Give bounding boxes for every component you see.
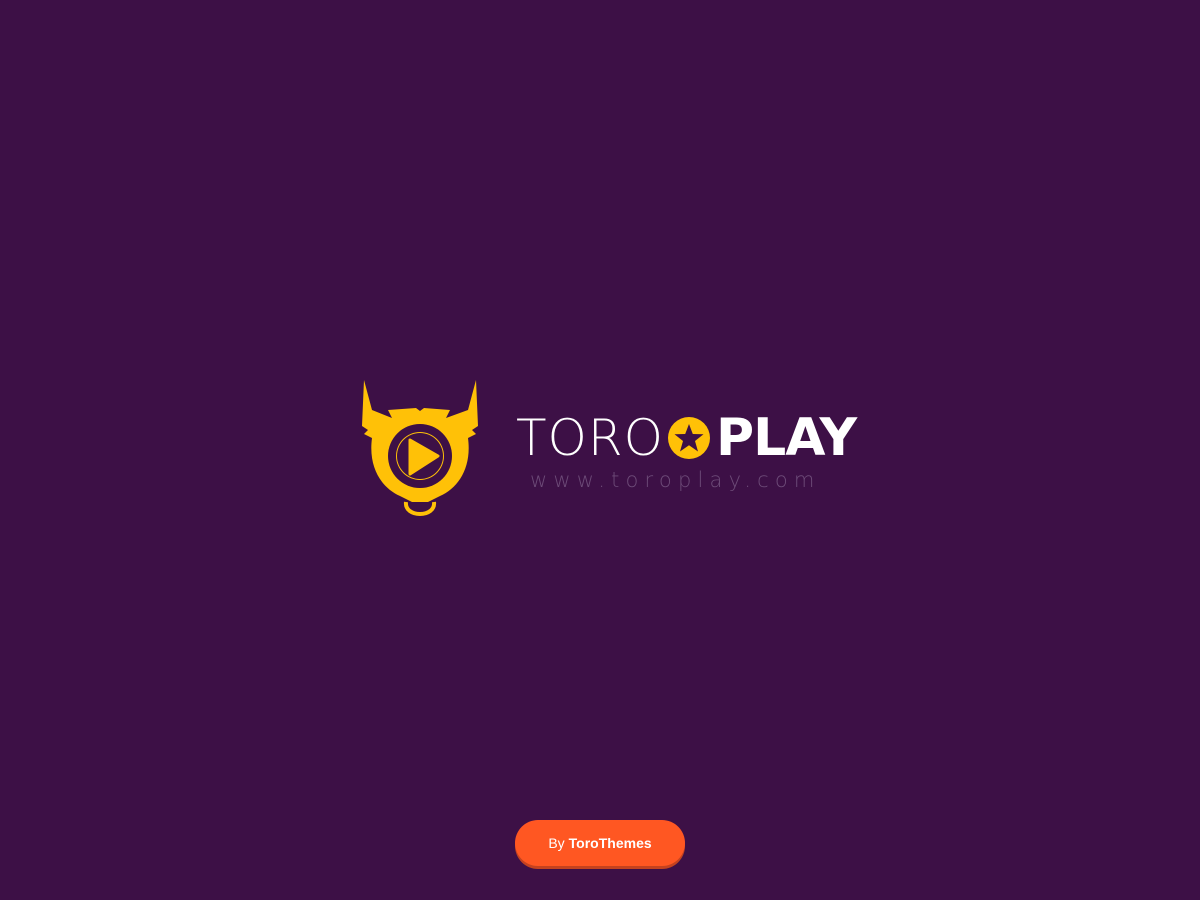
- bull-play-icon: [362, 380, 478, 516]
- by-torothemes-button[interactable]: By ToroThemes: [515, 820, 685, 866]
- brand-name-light: TORO: [516, 409, 664, 467]
- brand-url: www.toroplay.com: [530, 468, 821, 492]
- by-label: By: [548, 835, 565, 851]
- brand-name-bold: PLAY: [716, 408, 857, 468]
- author-label: ToroThemes: [568, 835, 652, 851]
- star-icon: [668, 417, 710, 459]
- toroplay-logo[interactable]: TORO PLAY www.toroplay.com: [358, 378, 857, 524]
- brand-wordmark: TORO PLAY: [516, 408, 857, 468]
